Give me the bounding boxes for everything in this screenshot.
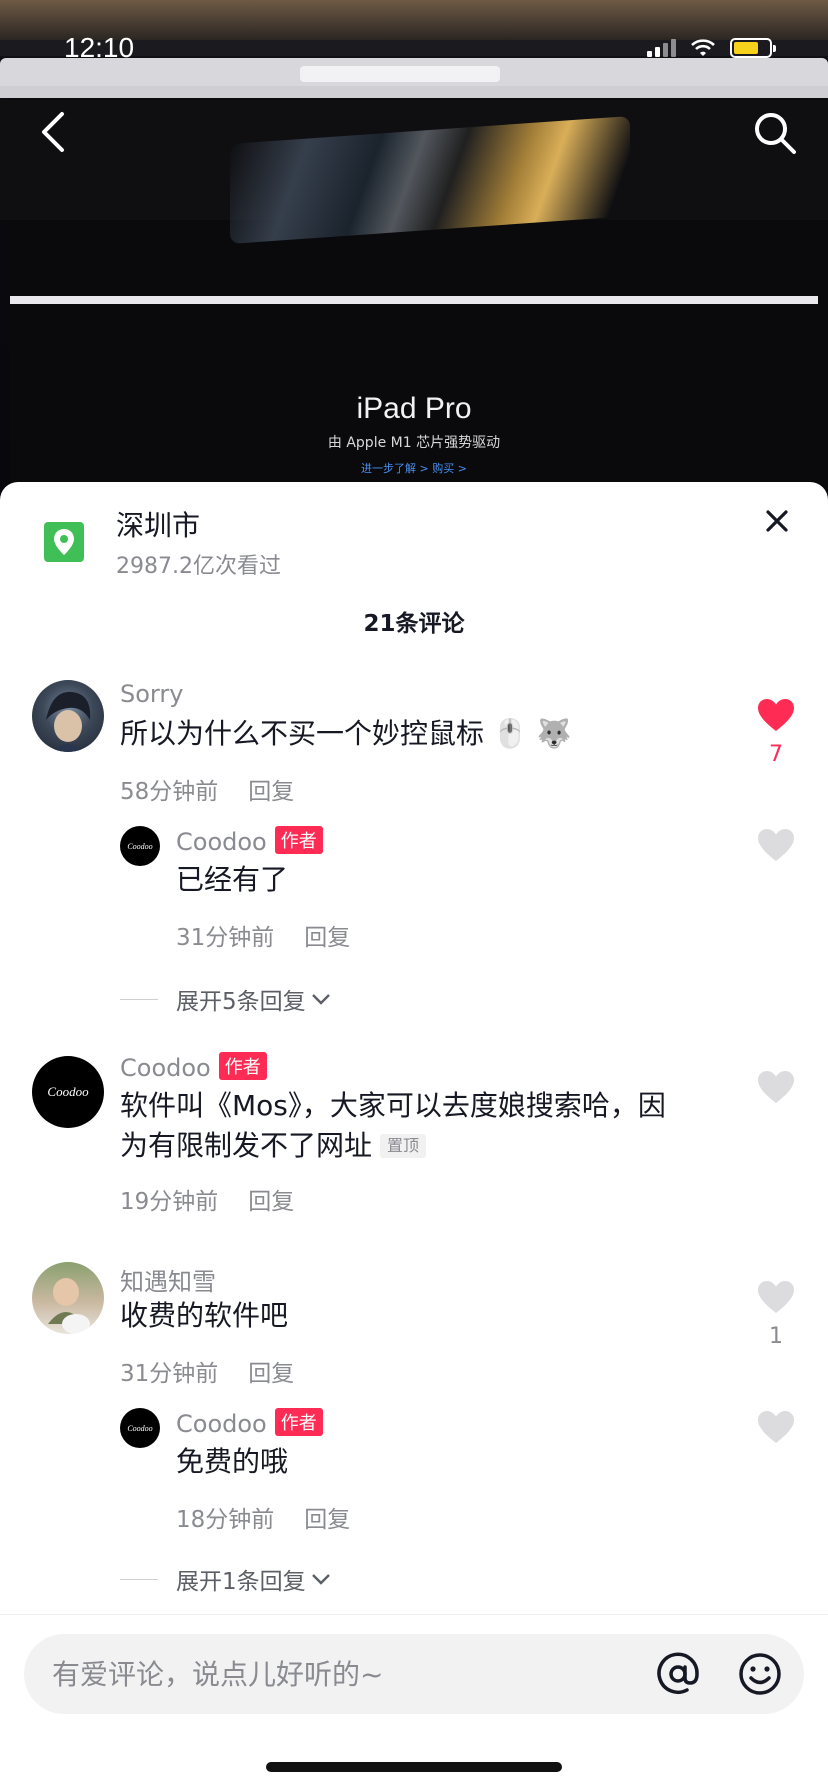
avatar-logo: Coodoo xyxy=(127,841,153,851)
avatar-logo: Coodoo xyxy=(127,1423,153,1433)
heart-icon xyxy=(758,829,794,861)
expand-replies-button[interactable]: 展开5条回复 xyxy=(120,982,332,1016)
ipad-image xyxy=(10,296,818,304)
location-views: 2987.2亿次看过 xyxy=(116,554,281,579)
comment-meta: 19分钟前 回复 xyxy=(120,1182,294,1216)
ipad-title: iPad Pro xyxy=(356,392,472,425)
comment-time: 18分钟前 xyxy=(176,1507,275,1533)
author-badge: 作者 xyxy=(274,1408,323,1436)
divider-line xyxy=(120,998,158,1000)
safari-url-field xyxy=(300,66,500,82)
safari-bookmarks-bar xyxy=(0,86,828,98)
location-pin-icon[interactable] xyxy=(44,522,84,562)
avatar[interactable] xyxy=(32,1262,104,1334)
ipad-subtitle: 由 Apple M1 芯片强势驱动 xyxy=(327,435,501,451)
like-button[interactable]: 1 xyxy=(754,1280,798,1349)
like-button[interactable] xyxy=(754,1070,798,1108)
comment-sheet: 深圳市 2987.2亿次看过 21条评论 Sorry 所以为什么不买一个妙控鼠标… xyxy=(0,482,828,1792)
comment-time: 58分钟前 xyxy=(120,779,219,805)
comment-meta: 31分钟前 回复 xyxy=(120,1354,294,1388)
input-divider xyxy=(0,1614,828,1615)
back-icon[interactable] xyxy=(34,108,74,156)
like-count: 7 xyxy=(769,742,783,767)
chevron-down-icon xyxy=(311,1574,330,1585)
heart-icon xyxy=(758,1411,794,1443)
comment-time: 31分钟前 xyxy=(176,925,275,951)
pinned-badge: 置顶 xyxy=(380,1134,427,1158)
comment-count: 21条评论 xyxy=(363,611,465,637)
reply-button[interactable]: 回复 xyxy=(304,1507,350,1533)
expand-label: 展开1条回复 xyxy=(176,1569,306,1595)
author-badge: 作者 xyxy=(218,1052,267,1080)
avatar[interactable]: Coodoo xyxy=(120,1408,160,1448)
reply-button[interactable]: 回复 xyxy=(248,1361,294,1387)
wifi-icon xyxy=(691,39,715,56)
status-time: 12:10 xyxy=(64,32,135,63)
heart-icon xyxy=(758,699,794,731)
home-indicator xyxy=(266,1762,562,1772)
comment-author[interactable]: Sorry xyxy=(120,680,183,708)
comment-input-bar xyxy=(24,1634,804,1714)
expand-label: 展开5条回复 xyxy=(176,989,306,1015)
like-button[interactable]: 7 xyxy=(754,698,798,767)
close-icon[interactable] xyxy=(762,506,792,536)
emoji-icon[interactable] xyxy=(736,1650,784,1698)
reply-button[interactable]: 回复 xyxy=(248,1189,294,1215)
expand-replies-button[interactable]: 展开1条回复 xyxy=(120,1562,332,1596)
comment-text: 收费的软件吧 xyxy=(120,1299,289,1332)
comment-author[interactable]: Coodoo 作者 xyxy=(176,826,323,856)
signal-icon xyxy=(647,39,676,57)
avatar[interactable]: Coodoo xyxy=(32,1056,104,1128)
comment-text: 免费的哦 xyxy=(176,1445,289,1478)
reply-button[interactable]: 回复 xyxy=(248,779,294,805)
ipad-links: 进一步了解 > 购买 > xyxy=(361,462,467,475)
chevron-down-icon xyxy=(311,994,330,1005)
comment-text: 已经有了 xyxy=(176,863,289,896)
comment-meta: 31分钟前 回复 xyxy=(176,918,350,952)
comment-text: 所以为什么不买一个妙控鼠标 🖱️ 🐺 xyxy=(120,717,572,750)
comment-time: 31分钟前 xyxy=(120,1361,219,1387)
comment-input[interactable] xyxy=(52,1634,612,1714)
avatar[interactable]: Coodoo xyxy=(120,826,160,866)
comment-author[interactable]: 知遇知雪 xyxy=(120,1262,216,1297)
avatar[interactable] xyxy=(32,680,104,752)
heart-icon xyxy=(758,1071,794,1103)
comment-time: 19分钟前 xyxy=(120,1189,219,1215)
battery-icon xyxy=(730,38,776,58)
reply-button[interactable]: 回复 xyxy=(304,925,350,951)
comment-author[interactable]: Coodoo 作者 xyxy=(176,1408,323,1438)
comment-meta: 58分钟前 回复 xyxy=(120,772,294,806)
avatar-logo: Coodoo xyxy=(47,1084,89,1099)
search-icon[interactable] xyxy=(752,110,798,156)
comment-author[interactable]: Coodoo 作者 xyxy=(120,1052,267,1082)
mention-icon[interactable] xyxy=(654,1650,702,1698)
like-count: 1 xyxy=(769,1324,783,1349)
video-background[interactable]: iPad Pro 由 Apple M1 芯片强势驱动 进一步了解 > 购买 > … xyxy=(0,0,828,500)
location-title[interactable]: 深圳市 xyxy=(116,504,200,544)
like-button[interactable] xyxy=(754,828,798,866)
status-icons xyxy=(647,38,776,58)
like-button[interactable] xyxy=(754,1410,798,1448)
divider-line xyxy=(120,1578,158,1580)
comment-meta: 18分钟前 回复 xyxy=(176,1500,350,1534)
heart-icon xyxy=(758,1281,794,1313)
author-badge: 作者 xyxy=(274,826,323,854)
comment-text: 软件叫《Mos》，大家可以去度娘搜索哈，因 为有限制发不了网址 置顶 xyxy=(120,1089,666,1162)
